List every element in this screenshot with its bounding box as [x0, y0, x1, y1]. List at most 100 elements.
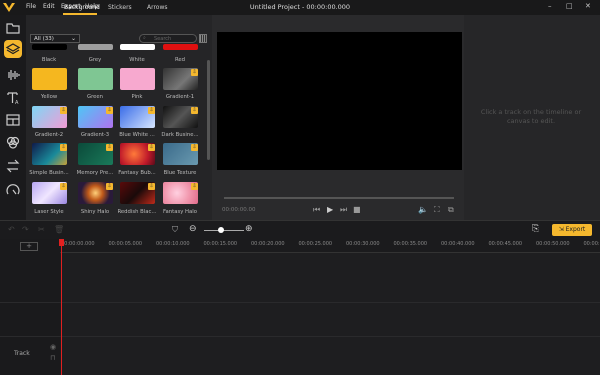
transitions-icon[interactable]	[4, 157, 22, 175]
preview-canvas[interactable]	[217, 32, 462, 170]
add-track-button[interactable]: +	[20, 242, 38, 251]
ruler-tick-label: 00:00:45.000	[488, 241, 523, 247]
timeline-toolbar	[0, 220, 600, 239]
background-tile-label: Fantasy Bub...	[118, 170, 156, 176]
layers-icon[interactable]	[4, 40, 22, 58]
svg-text:A: A	[15, 100, 19, 106]
ruler-tick-label: 00:00:10.000	[156, 241, 190, 247]
playhead-handle-icon[interactable]	[59, 239, 64, 246]
zoom-slider[interactable]	[204, 230, 244, 231]
ruler-tick-label: 00:00:50.000	[536, 241, 570, 247]
track-label: Track	[14, 350, 30, 357]
active-tab-indicator	[63, 13, 97, 15]
background-tile-label: Gradient-1	[165, 94, 195, 100]
timeline-track-area[interactable]	[60, 253, 600, 375]
stop-icon[interactable]: ■	[353, 205, 361, 214]
zoom-in-icon[interactable]: ⊕	[245, 224, 253, 234]
ruler-tick-label: 00:00:55	[583, 241, 600, 247]
background-tile-label: Shiny Halo	[80, 209, 110, 215]
tab-arrows[interactable]: Arrows	[147, 4, 168, 11]
close-button[interactable]: ✕	[585, 2, 591, 10]
background-tile[interactable]	[32, 44, 67, 50]
download-icon[interactable]: ⇩	[191, 183, 198, 190]
download-icon[interactable]: ⇩	[148, 144, 155, 151]
download-icon[interactable]: ⇩	[60, 183, 67, 190]
library-scrollbar[interactable]	[207, 60, 210, 160]
background-tile-label: Simple Busin...	[29, 170, 69, 176]
current-time: 00:00:00.00	[222, 207, 256, 213]
aspect-ratio-icon[interactable]: ⧉	[448, 205, 454, 215]
delete-icon[interactable]: 🗑	[54, 225, 64, 234]
track-divider	[0, 302, 600, 303]
background-tile-label: Fantasy Halo	[162, 209, 197, 215]
play-icon[interactable]: ▶	[327, 205, 333, 214]
download-icon[interactable]: ⇩	[106, 107, 113, 114]
filters-icon[interactable]	[4, 133, 22, 151]
background-tile-label: White	[129, 57, 145, 63]
text-icon[interactable]: A	[4, 89, 22, 107]
background-tile-label: Red	[174, 57, 186, 63]
download-icon[interactable]: ⇩	[106, 144, 113, 151]
background-tile-label: Pink	[131, 94, 143, 100]
search-input[interactable]: Search ⌕	[139, 34, 197, 43]
volume-icon[interactable]: 🔈	[418, 205, 428, 214]
download-icon[interactable]: ⇩	[148, 107, 155, 114]
background-tile[interactable]	[32, 68, 67, 90]
download-icon[interactable]: ⇩	[191, 107, 198, 114]
redo-icon[interactable]: ↷	[22, 225, 29, 234]
category-dropdown-value: All (33)	[34, 36, 54, 42]
split-icon[interactable]: ✂	[38, 225, 45, 234]
previous-frame-icon[interactable]: ⏮	[313, 205, 320, 215]
download-icon[interactable]: ⇩	[191, 69, 198, 76]
preview-seek-bar[interactable]	[224, 197, 454, 199]
zoom-slider-handle[interactable]	[218, 227, 224, 233]
maximize-button[interactable]: □	[566, 2, 573, 10]
background-tile-label: Memory Pre...	[76, 170, 114, 176]
download-icon[interactable]: ⇩	[191, 144, 198, 151]
grid-view-icon[interactable]	[199, 34, 207, 43]
download-icon[interactable]: ⇩	[60, 144, 67, 151]
ruler-tick-label: 00:00:15.000	[203, 241, 238, 247]
export-label: Export	[565, 226, 586, 233]
fullscreen-icon[interactable]: ⛶	[434, 205, 440, 215]
ruler-tick-label: 00:00:05.000	[108, 241, 143, 247]
minimize-button[interactable]: –	[548, 2, 552, 10]
category-dropdown[interactable]: All (33) ⌄	[30, 34, 80, 43]
visibility-icon[interactable]: ◉	[50, 343, 56, 351]
background-tile[interactable]	[120, 68, 155, 90]
background-tile-label: Black	[41, 57, 57, 63]
ruler-tick-label: 00:00:35.000	[393, 241, 428, 247]
tab-background[interactable]: Background	[64, 4, 100, 11]
background-tile[interactable]	[78, 44, 113, 50]
search-placeholder: Search	[154, 36, 172, 42]
export-button[interactable]: ⇲ Export	[552, 224, 592, 236]
download-icon[interactable]: ⇩	[148, 183, 155, 190]
ruler-tick-label: 00:00:20.000	[251, 241, 285, 247]
zoom-out-icon[interactable]: ⊖	[189, 224, 197, 234]
marker-icon[interactable]: ⛉	[172, 225, 178, 235]
lock-icon[interactable]: ⊓	[50, 354, 55, 362]
playhead[interactable]	[61, 241, 62, 375]
ruler-tick-label: 00:00:00.000	[61, 241, 95, 247]
undo-icon[interactable]: ↶	[8, 225, 15, 234]
template-icon[interactable]	[4, 111, 22, 129]
download-icon[interactable]: ⇩	[106, 183, 113, 190]
download-icon[interactable]: ⇩	[60, 107, 67, 114]
background-tile[interactable]	[120, 44, 155, 50]
background-tile[interactable]	[163, 44, 198, 50]
next-frame-icon[interactable]: ⏭	[340, 205, 347, 215]
chevron-down-icon: ⌄	[70, 35, 76, 42]
audio-wave-icon[interactable]	[4, 66, 22, 84]
settings-icon[interactable]: ⎘	[532, 224, 539, 234]
track-divider	[0, 336, 600, 337]
ruler-tick-label: 00:00:40.000	[441, 241, 475, 247]
effects-icon[interactable]	[4, 181, 22, 199]
media-folder-icon[interactable]	[4, 19, 22, 37]
background-tile-label: Dark Busine...	[161, 132, 199, 138]
ruler-tick-label: 00:00:25.000	[298, 241, 333, 247]
export-icon: ⇲	[558, 226, 566, 233]
search-icon: ⌕	[143, 35, 146, 41]
background-tile-label: Gradient-2	[34, 132, 64, 138]
tab-stickers[interactable]: Stickers	[108, 4, 132, 11]
background-tile[interactable]	[78, 68, 113, 90]
